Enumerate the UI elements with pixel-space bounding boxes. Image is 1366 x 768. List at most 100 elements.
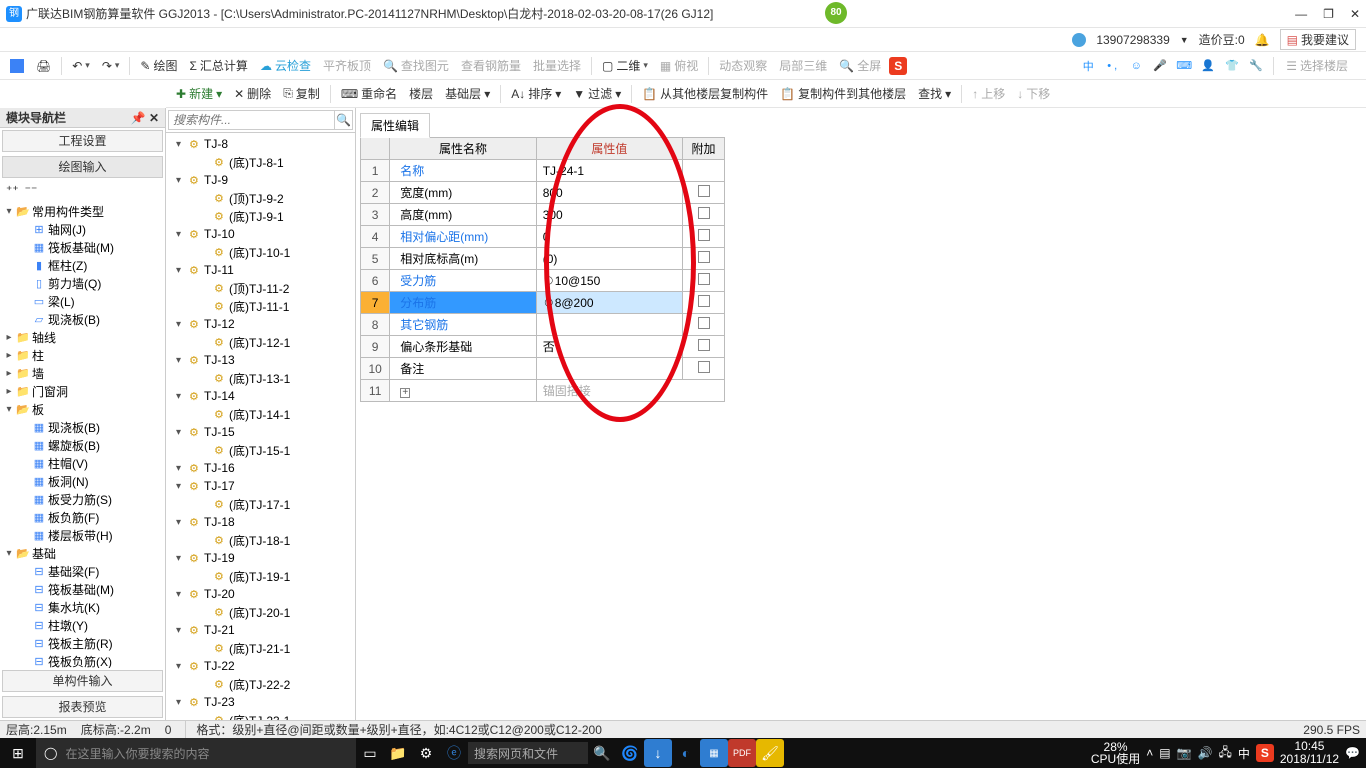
task-view-icon[interactable]: ▭ [356, 739, 384, 767]
new-button[interactable]: ✚ 新建▾ [172, 83, 226, 104]
cortana-search[interactable]: ◯ 在这里输入你要搜索的内容 [36, 738, 356, 768]
tb-swirl-icon[interactable]: 🌀 [616, 739, 644, 767]
title-bar: 钢 广联达BIM钢筋算量软件 GGJ2013 - [C:\Users\Admin… [0, 0, 1366, 28]
ime-wrench-icon[interactable]: 🔧 [1247, 57, 1265, 75]
ime-keyboard-icon[interactable]: ⌨ [1175, 57, 1193, 75]
sogou-icon[interactable]: S [889, 57, 907, 75]
explorer-icon[interactable]: 📁 [384, 739, 412, 767]
tray-ime-zh[interactable]: 中 [1238, 745, 1250, 762]
close-panel-icon[interactable]: ✕ [149, 111, 159, 125]
property-tab[interactable]: 属性编辑 [360, 113, 430, 138]
cloud-check-button[interactable]: ☁ 云检查 [256, 55, 315, 76]
eng-settings-tab[interactable]: 工程设置 [2, 130, 163, 152]
find-button[interactable]: 查找▾ [914, 83, 955, 104]
delete-button[interactable]: ✕ 删除 [230, 83, 275, 104]
ime-punct[interactable]: • , [1103, 57, 1121, 75]
report-preview-tab[interactable]: 报表预览 [2, 696, 163, 718]
sum-calc-button[interactable]: Σ 汇总计算 [186, 55, 252, 76]
tb-down-icon[interactable]: ↓ [644, 739, 672, 767]
sort-button[interactable]: A↓ 排序▾ [507, 83, 565, 104]
edge-icon[interactable]: ⓔ [440, 739, 468, 767]
close-button[interactable]: ✕ [1350, 7, 1360, 21]
print-button[interactable]: 🖨 [32, 57, 55, 75]
fullscreen-button[interactable]: 🔍 全屏 [835, 55, 885, 76]
property-table[interactable]: 属性名称属性值附加1名称TJ-24-12宽度(mm)8003高度(mm)3004… [360, 137, 725, 402]
ime-strip: 中 • , ☺ 🎤 ⌨ 👤 👕 🔧 ☰ 选择楼层 [1079, 55, 1360, 76]
draw-input-tab[interactable]: 绘图输入 [2, 156, 163, 178]
filter-button[interactable]: ▼ 过滤▾ [569, 83, 625, 104]
system-tray: 28%CPU使用 ˄ ▤ 📷 🔊 🖧 中 S 10:452018/11/12 💬 [1091, 740, 1366, 766]
tray-network-icon[interactable]: 🖧 [1218, 743, 1231, 764]
ime-emoji-icon[interactable]: ☺ [1127, 57, 1145, 75]
avatar-icon[interactable] [1072, 33, 1086, 47]
component-panel: 🔍 ▾⚙TJ-8⚙(底)TJ-8-1▾⚙TJ-9⚙(顶)TJ-9-2⚙(底)TJ… [166, 108, 356, 720]
beans-count: 造价豆:0 [1199, 31, 1245, 48]
start-button[interactable]: ⊞ [0, 745, 36, 762]
editor-toolbar: ✚ 新建▾ ✕ 删除 ⎘ 复制 ⌨ 重命名 楼层 基础层▾ A↓ 排序▾ ▼ 过… [166, 80, 1366, 108]
align-top-button[interactable]: 平齐板顶 [319, 55, 375, 76]
tb-search-icon[interactable]: 🔍 [588, 739, 616, 767]
rename-button[interactable]: ⌨ 重命名 [337, 83, 401, 104]
status-zero: 0 [165, 723, 172, 737]
expand-icon[interactable]: ⁺⁺ [6, 183, 19, 197]
status-format: 格式：级别+直径@间距或数量+级别+直径，如:4C12或C12@200或C12-… [185, 721, 601, 738]
move-up-button[interactable]: ↑ 上移 [968, 83, 1009, 104]
window-title: 广联达BIM钢筋算量软件 GGJ2013 - [C:\Users\Adminis… [26, 5, 1295, 22]
pin-icon[interactable]: 📌 [131, 111, 146, 125]
maximize-button[interactable]: ❐ [1323, 7, 1334, 21]
redo-button[interactable]: ↷▾ [98, 57, 124, 75]
top-view-button[interactable]: ▦ 俯视 [656, 55, 702, 76]
tray-sogou-icon[interactable]: S [1256, 744, 1274, 762]
search-button[interactable]: 🔍 [335, 110, 353, 130]
save-button[interactable] [6, 57, 28, 75]
user-phone[interactable]: 13907298339 [1096, 33, 1169, 47]
view-rebar-button[interactable]: 查看钢筋量 [457, 55, 525, 76]
collapse-icon[interactable]: ⁻⁻ [25, 183, 38, 197]
single-input-tab[interactable]: 单构件输入 [2, 670, 163, 692]
dropdown-icon[interactable]: ▼ [1180, 35, 1189, 45]
bell-icon[interactable]: 🔔 [1255, 33, 1270, 47]
cortana-icon: ◯ [44, 746, 57, 760]
ime-zh[interactable]: 中 [1079, 57, 1097, 75]
move-down-button[interactable]: ↓ 下移 [1013, 83, 1054, 104]
tray-volume-icon[interactable]: 🔊 [1198, 746, 1213, 760]
tray-up-icon[interactable]: ˄ [1146, 746, 1153, 760]
app-icon: 钢 [6, 6, 22, 22]
action-center-icon[interactable]: 💬 [1345, 746, 1360, 760]
unknown-app-icon[interactable]: ⚙ [412, 739, 440, 767]
tb-pdf-icon[interactable]: PDF [728, 739, 756, 767]
ime-skin-icon[interactable]: 👕 [1223, 57, 1241, 75]
copy-to-floor-button[interactable]: 📋 复制构件到其他楼层 [776, 83, 910, 104]
select-floor-button[interactable]: ☰ 选择楼层 [1282, 55, 1352, 76]
main-toolbar: 🖨 ↶▾ ↷▾ ✎ 绘图 Σ 汇总计算 ☁ 云检查 平齐板顶 🔍 查找图元 查看… [0, 52, 1366, 80]
ime-user-icon[interactable]: 👤 [1199, 57, 1217, 75]
2d-button[interactable]: ▢ 二维▾ [598, 55, 652, 76]
draw-button[interactable]: ✎ 绘图 [136, 55, 181, 76]
property-panel: 属性编辑 属性名称属性值附加1名称TJ-24-12宽度(mm)8003高度(mm… [356, 108, 1366, 720]
batch-select-button[interactable]: 批量选择 [529, 55, 585, 76]
websearch-box[interactable]: 搜索网页和文件 [468, 742, 588, 764]
status-fps: 290.5 FPS [1303, 723, 1360, 737]
suggest-button[interactable]: ▤我要建议 [1280, 29, 1356, 50]
nav-tree[interactable]: ▾📂常用构件类型⊞轴网(J)▦筏板基础(M)▮框柱(Z)▯剪力墙(Q)▭梁(L)… [0, 200, 165, 668]
tb-paint-icon[interactable]: 🖌 [756, 739, 784, 767]
tb-qq-icon[interactable]: ◐ [672, 739, 700, 767]
partial-3d-button[interactable]: 局部三维 [775, 55, 831, 76]
dynamic-view-button[interactable]: 动态观察 [715, 55, 771, 76]
tray-cam-icon[interactable]: 📷 [1177, 746, 1192, 760]
minimize-button[interactable]: — [1295, 7, 1307, 21]
copy-from-floor-button[interactable]: 📋 从其他楼层复制构件 [638, 83, 772, 104]
tb-app1-icon[interactable]: ▦ [700, 739, 728, 767]
undo-button[interactable]: ↶▾ [68, 57, 94, 75]
status-floor-height: 层高:2.15m [6, 721, 67, 738]
find-element-button[interactable]: 🔍 查找图元 [379, 55, 453, 76]
tray-stack-icon[interactable]: ▤ [1159, 746, 1170, 760]
component-tree[interactable]: ▾⚙TJ-8⚙(底)TJ-8-1▾⚙TJ-9⚙(顶)TJ-9-2⚙(底)TJ-9… [166, 133, 355, 720]
cpu-meter[interactable]: 28%CPU使用 [1091, 741, 1140, 765]
search-input[interactable] [168, 110, 335, 130]
baselayer-dropdown[interactable]: 基础层▾ [441, 83, 494, 104]
ime-mic-icon[interactable]: 🎤 [1151, 57, 1169, 75]
copy-button[interactable]: ⎘ 复制 [279, 83, 324, 104]
status-bottom-elev: 底标高:-2.2m [81, 721, 151, 738]
clock[interactable]: 10:452018/11/12 [1280, 740, 1339, 766]
